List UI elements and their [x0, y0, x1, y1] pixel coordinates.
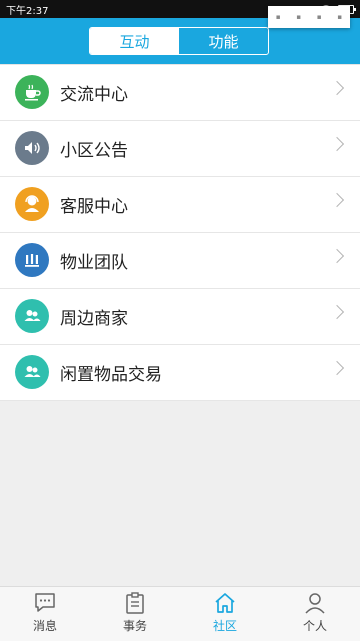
customer-service-icon: [15, 187, 49, 221]
chevron-right-icon: [329, 360, 345, 376]
message-icon: [35, 593, 55, 612]
bottom-tab-bar: 消息 事务 社区 个人: [0, 586, 360, 641]
chevron-right-icon: [329, 136, 345, 152]
popup-menu-item[interactable]: ▪: [276, 13, 281, 21]
list-item-label: 周边商家: [60, 309, 128, 329]
tab-label: 个人: [302, 619, 327, 633]
tab-label: 事务: [122, 619, 147, 633]
tab-functions[interactable]: 功能: [179, 28, 268, 54]
list-item-property-team[interactable]: 物业团队: [0, 233, 360, 289]
overflow-popup-menu[interactable]: ▪ ▪ ▪ ▪: [268, 6, 350, 28]
chevron-right-icon: [329, 80, 345, 96]
chevron-right-icon: [329, 248, 345, 264]
people-icon: [15, 299, 49, 333]
segmented-control: 互动 功能: [89, 27, 269, 55]
status-time: 下午2:37: [6, 5, 49, 17]
popup-menu-item[interactable]: ▪: [317, 13, 322, 21]
list-item-label: 交流中心: [60, 85, 128, 105]
tab-label: 社区: [212, 619, 237, 633]
team-icon: [15, 243, 49, 277]
list-item-nearby-merchants[interactable]: 周边商家: [0, 289, 360, 345]
list-item-label: 小区公告: [60, 141, 128, 161]
tab-profile[interactable]: 个人: [270, 587, 360, 641]
popup-menu-item[interactable]: ▪: [337, 13, 342, 21]
list-item-label: 客服中心: [60, 197, 128, 217]
menu-list: 交流中心 小区公告 客服中心 物业团队 周边商家 闲置物品交易: [0, 64, 360, 401]
tab-messages[interactable]: 消息: [0, 587, 90, 641]
list-item-label: 闲置物品交易: [60, 365, 162, 385]
person-icon: [305, 593, 325, 614]
list-item-label: 物业团队: [60, 253, 128, 273]
tab-label: 消息: [32, 619, 57, 633]
tab-interaction[interactable]: 互动: [90, 28, 179, 54]
speaker-icon: [15, 131, 49, 165]
chevron-right-icon: [329, 304, 345, 320]
people-icon: [15, 355, 49, 389]
chevron-right-icon: [329, 192, 345, 208]
home-icon: [215, 593, 235, 613]
tab-community[interactable]: 社区: [180, 587, 270, 641]
cup-icon: [15, 75, 49, 109]
list-item-community-notice[interactable]: 小区公告: [0, 121, 360, 177]
list-item-exchange-center[interactable]: 交流中心: [0, 65, 360, 121]
list-item-idle-goods-trade[interactable]: 闲置物品交易: [0, 345, 360, 401]
clipboard-icon: [126, 592, 144, 614]
tab-affairs[interactable]: 事务: [90, 587, 180, 641]
popup-menu-item[interactable]: ▪: [296, 13, 301, 21]
list-item-customer-service[interactable]: 客服中心: [0, 177, 360, 233]
